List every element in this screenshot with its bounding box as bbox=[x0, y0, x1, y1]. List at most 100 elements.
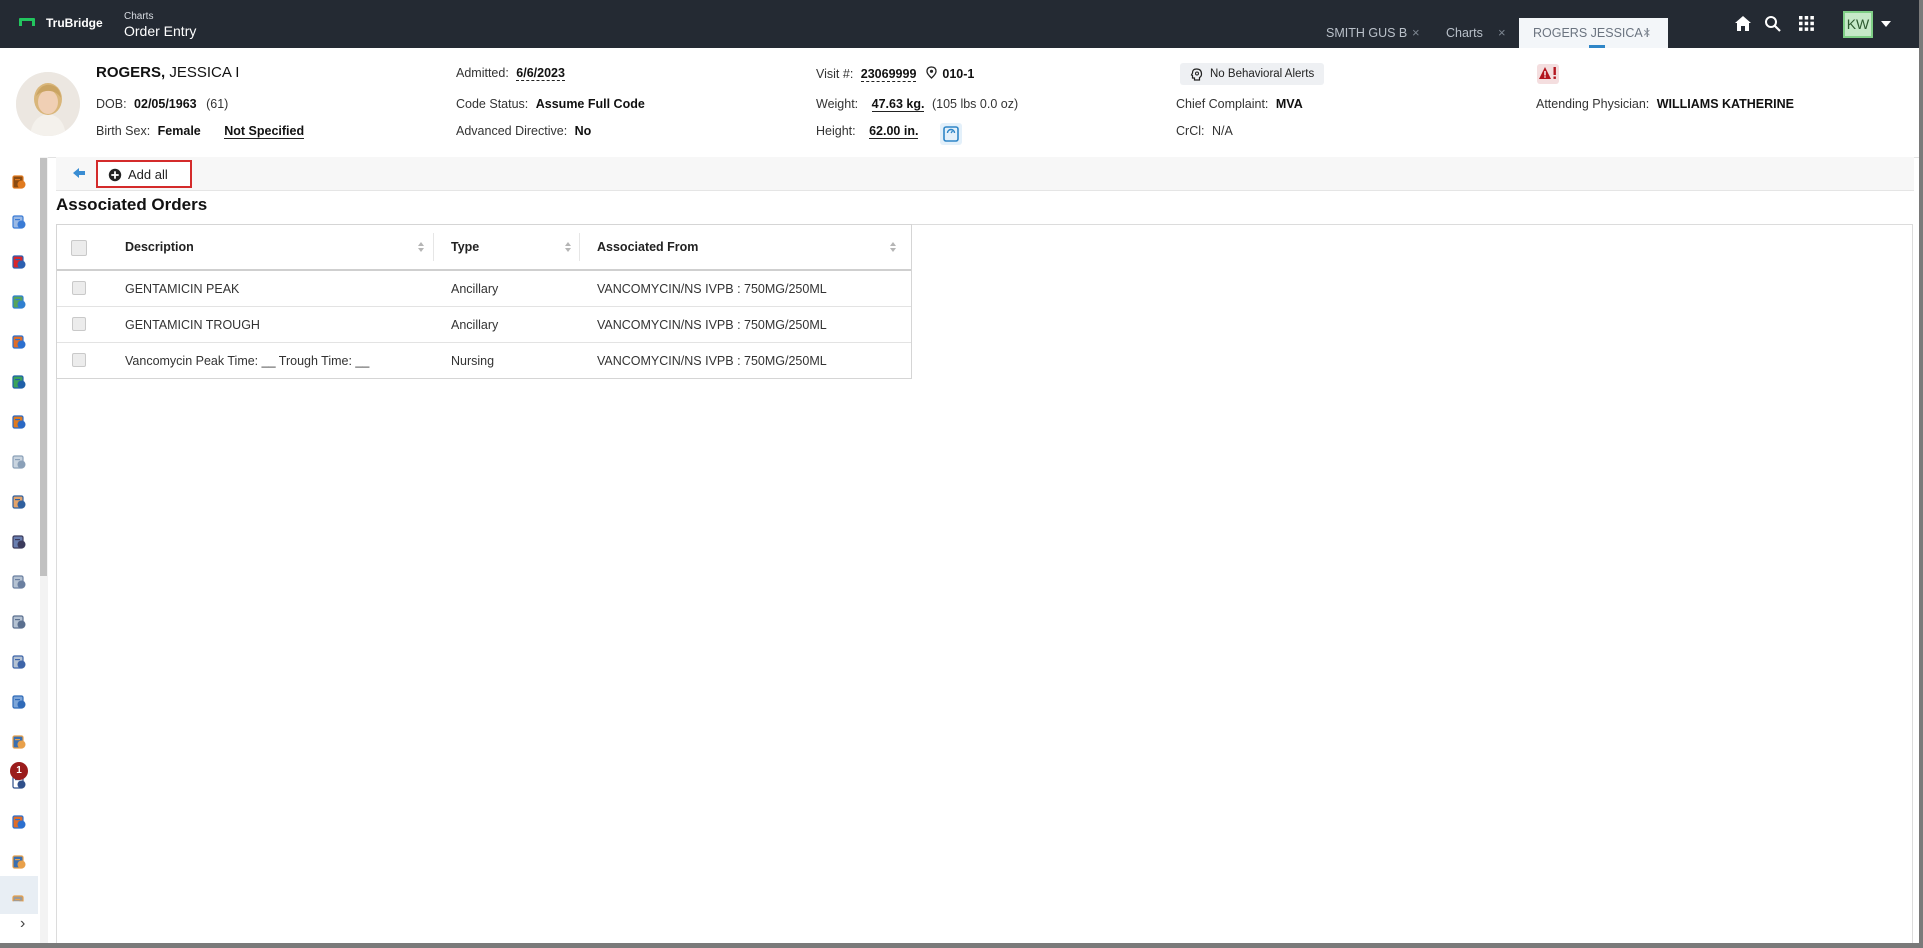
sidebar-scroll-thumb[interactable] bbox=[40, 158, 47, 576]
physician-icon[interactable] bbox=[11, 854, 27, 870]
weight-scale-icon[interactable] bbox=[940, 123, 962, 145]
window-shadow-bottom bbox=[0, 943, 1923, 948]
weight-alt-value: (105 lbs 0.0 oz) bbox=[931, 97, 1019, 111]
tab-close-icon[interactable]: × bbox=[1412, 25, 1420, 40]
location-value: 010-1 bbox=[942, 67, 975, 81]
advanced-directive-label: Advanced Directive: bbox=[456, 124, 568, 138]
allergy-warning-icon[interactable] bbox=[1537, 64, 1559, 84]
sort-icon[interactable] bbox=[417, 241, 425, 253]
tab-close-icon[interactable]: × bbox=[1498, 25, 1506, 40]
code-status-label: Code Status: bbox=[456, 97, 529, 111]
nurse-icon[interactable] bbox=[11, 494, 27, 510]
sort-icon[interactable] bbox=[564, 241, 572, 253]
user-menu-chevron-down-icon[interactable] bbox=[1881, 21, 1891, 27]
behavioral-alerts-label: No Behavioral Alerts bbox=[1210, 68, 1315, 80]
window-shadow-right bbox=[1919, 0, 1923, 948]
search-icon[interactable] bbox=[1764, 15, 1781, 32]
advanced-directive-value: No bbox=[574, 124, 592, 138]
crcl-row: CrCl: N/A bbox=[1176, 124, 1233, 138]
column-header-description[interactable]: Description bbox=[125, 240, 194, 254]
add-circle-icon bbox=[108, 168, 122, 182]
row-checkbox[interactable] bbox=[72, 353, 86, 367]
height-value[interactable]: 62.00 in. bbox=[869, 124, 919, 139]
chief-complaint-value: MVA bbox=[1275, 97, 1303, 111]
weight-row: Weight: 47.63 kg. (105 lbs 0.0 oz) bbox=[816, 97, 1019, 112]
tab-charts[interactable]: Charts × bbox=[1446, 18, 1514, 48]
cell-description: GENTAMICIN TROUGH bbox=[125, 318, 260, 332]
birth-sex-value: Female bbox=[157, 124, 201, 138]
add-all-button[interactable]: Add all bbox=[96, 160, 192, 188]
tab-close-icon[interactable]: × bbox=[1643, 25, 1651, 40]
attachment-icon[interactable] bbox=[11, 694, 27, 710]
weight-value[interactable]: 47.63 kg. bbox=[871, 97, 925, 112]
cell-associated-from: VANCOMYCIN/NS IVPB : 750MG/250ML bbox=[597, 354, 827, 368]
imaging-icon[interactable] bbox=[11, 534, 27, 550]
cell-type: Nursing bbox=[451, 354, 495, 368]
patient-banner: ROGERS, JESSICA I DOB: 02/05/1963 (61) B… bbox=[0, 48, 1919, 158]
order-entry-icon[interactable] bbox=[11, 734, 27, 750]
care-plan-icon[interactable] bbox=[11, 814, 27, 830]
user-avatar[interactable]: KW bbox=[1843, 11, 1873, 38]
table-row[interactable]: Vancomycin Peak Time: __ Trough Time: __… bbox=[57, 343, 911, 378]
home-icon[interactable] bbox=[1734, 15, 1752, 32]
more-icon[interactable] bbox=[11, 894, 27, 910]
document-edit-icon[interactable] bbox=[11, 614, 27, 630]
patient-name: ROGERS, JESSICA I bbox=[96, 64, 239, 81]
allergy-icon[interactable] bbox=[11, 174, 27, 190]
patient-last-name: ROGERS, bbox=[96, 64, 166, 81]
lab-flask-icon[interactable] bbox=[11, 214, 27, 230]
clipboard-check-icon[interactable] bbox=[11, 254, 27, 270]
syringe-icon[interactable] bbox=[11, 454, 27, 470]
visit-row: Visit #: 23069999 010-1 bbox=[816, 66, 975, 82]
column-divider[interactable] bbox=[579, 233, 580, 261]
cell-description: Vancomycin Peak Time: __ Trough Time: __ bbox=[125, 354, 370, 368]
patient-photo bbox=[16, 72, 80, 136]
gender-identity-link[interactable]: Not Specified bbox=[224, 124, 305, 139]
row-checkbox[interactable] bbox=[72, 281, 86, 295]
row-checkbox[interactable] bbox=[72, 317, 86, 331]
admitted-value[interactable]: 6/6/2023 bbox=[516, 66, 565, 81]
document-list-icon[interactable] bbox=[11, 654, 27, 670]
breadcrumb-parent[interactable]: Charts bbox=[124, 11, 153, 22]
back-arrow-icon[interactable] bbox=[72, 167, 86, 179]
medication-globe-icon[interactable] bbox=[11, 334, 27, 350]
column-divider[interactable] bbox=[433, 233, 434, 261]
trubridge-logo-icon bbox=[19, 18, 35, 26]
crcl-label: CrCl: bbox=[1176, 124, 1205, 138]
tab-label: SMITH GUS B bbox=[1326, 26, 1408, 40]
code-status-row: Code Status: Assume Full Code bbox=[456, 97, 645, 111]
admitted-row: Admitted: 6/6/2023 bbox=[456, 66, 565, 81]
weight-label: Weight: bbox=[816, 97, 859, 111]
document-search-icon[interactable] bbox=[11, 574, 27, 590]
cell-associated-from: VANCOMYCIN/NS IVPB : 750MG/250ML bbox=[597, 282, 827, 296]
table-row[interactable]: GENTAMICIN PEAK Ancillary VANCOMYCIN/NS … bbox=[57, 271, 911, 307]
assessment-icon[interactable] bbox=[11, 374, 27, 390]
column-header-type[interactable]: Type bbox=[451, 240, 479, 254]
expand-sidebar-chevron-right-icon[interactable]: › bbox=[20, 915, 25, 933]
page-title: Order Entry bbox=[124, 23, 197, 39]
tab-smith-gus[interactable]: SMITH GUS B × bbox=[1326, 18, 1426, 48]
attending-label: Attending Physician: bbox=[1536, 97, 1650, 111]
section-title: Associated Orders bbox=[56, 195, 208, 214]
advanced-directive-row: Advanced Directive: No bbox=[456, 124, 591, 138]
vitals-monitor-icon[interactable] bbox=[11, 294, 27, 310]
behavioral-alerts-badge[interactable]: No Behavioral Alerts bbox=[1180, 63, 1324, 85]
height-label: Height: bbox=[816, 124, 856, 138]
cell-type: Ancillary bbox=[451, 282, 499, 296]
crcl-value: N/A bbox=[1211, 124, 1233, 138]
dob-row: DOB: 02/05/1963 (61) bbox=[96, 97, 228, 111]
sort-icon[interactable] bbox=[889, 241, 897, 253]
cell-description: GENTAMICIN PEAK bbox=[125, 282, 240, 296]
orders-icon[interactable] bbox=[11, 414, 27, 430]
app-window: TruBridge Charts Order Entry SMITH GUS B… bbox=[0, 0, 1919, 943]
admitted-label: Admitted: bbox=[456, 66, 509, 80]
chief-complaint-label: Chief Complaint: bbox=[1176, 97, 1269, 111]
attending-row: Attending Physician: WILLIAMS KATHERINE bbox=[1536, 97, 1794, 111]
column-header-associated-from[interactable]: Associated From bbox=[597, 240, 698, 254]
tab-rogers-jessica[interactable]: ROGERS JESSICA I × bbox=[1519, 18, 1668, 48]
table-row[interactable]: GENTAMICIN TROUGH Ancillary VANCOMYCIN/N… bbox=[57, 307, 911, 343]
location-pin-icon bbox=[926, 66, 937, 79]
visit-number[interactable]: 23069999 bbox=[860, 67, 917, 82]
apps-grid-icon[interactable] bbox=[1798, 15, 1815, 32]
select-all-checkbox[interactable] bbox=[71, 240, 87, 256]
